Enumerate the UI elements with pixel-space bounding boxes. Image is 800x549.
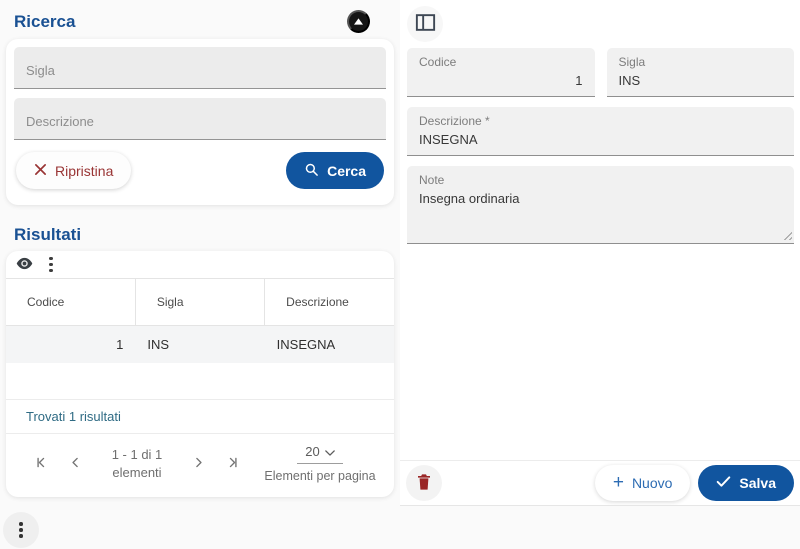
first-page-button[interactable]: [33, 454, 50, 474]
chevron-right-icon: [192, 456, 205, 472]
note-field[interactable]: Note Insegna ordinaria: [407, 166, 794, 244]
page-range-text: 1 - 1 di 1 elementi: [101, 446, 173, 481]
sigla-label: Sigla: [619, 55, 783, 69]
search-icon: [304, 162, 319, 180]
descrizione-search-field[interactable]: [14, 98, 386, 140]
codice-label: Codice: [419, 55, 583, 69]
codice-field[interactable]: Codice 1: [407, 48, 595, 97]
search-header: Ricerca: [0, 0, 400, 39]
page-size-value: 20: [305, 444, 319, 459]
results-title: Risultati: [14, 225, 81, 244]
save-button[interactable]: Salva: [698, 465, 794, 501]
caret-up-icon: [353, 17, 364, 26]
trash-icon: [416, 473, 432, 494]
new-button-label: Nuovo: [632, 475, 672, 491]
reset-button[interactable]: Ripristina: [16, 152, 131, 189]
search-results-column: Ricerca Ripristina: [0, 0, 400, 549]
detail-form: Codice 1 Sigla INS Descrizione * INSEGNA…: [400, 0, 800, 460]
results-table: Codice Sigla Descrizione 1 INS INSEGNA: [6, 278, 394, 363]
column-header-codice: Codice: [6, 279, 135, 326]
descrizione-label: Descrizione *: [419, 114, 782, 128]
found-count-text: Trovati 1 risultati: [6, 400, 394, 434]
plus-icon: +: [613, 473, 624, 492]
table-menu-button[interactable]: [45, 255, 57, 275]
results-header: Risultati: [0, 205, 400, 251]
search-title: Ricerca: [14, 12, 75, 32]
below-footer-area: [400, 505, 800, 549]
toggle-sidebar-button[interactable]: [407, 6, 443, 42]
descrizione-field[interactable]: Descrizione * INSEGNA: [407, 107, 794, 156]
results-card: Codice Sigla Descrizione 1 INS INSEGNA T…: [6, 251, 394, 497]
next-page-button[interactable]: [190, 454, 207, 474]
table-toolbar: [6, 251, 394, 278]
field-row-top: Codice 1 Sigla INS: [407, 48, 794, 97]
codice-value: 1: [419, 73, 583, 88]
save-button-label: Salva: [739, 475, 776, 491]
close-icon: [34, 163, 47, 179]
descrizione-value: INSEGNA: [419, 132, 782, 147]
kebab-menu-icon: [49, 257, 53, 261]
detail-panel: Codice 1 Sigla INS Descrizione * INSEGNA…: [400, 0, 800, 549]
page-size-select[interactable]: 20: [297, 444, 343, 464]
delete-button[interactable]: [406, 465, 442, 501]
reset-button-label: Ripristina: [55, 163, 113, 179]
column-header-sigla: Sigla: [135, 279, 264, 326]
cell-codice: 1: [6, 326, 135, 364]
cell-descrizione: INSEGNA: [265, 326, 394, 364]
per-page-group: 20 Elementi per pagina: [258, 444, 382, 483]
last-page-button[interactable]: [224, 454, 241, 474]
column-visibility-button[interactable]: [16, 257, 33, 273]
detail-footer: + Nuovo Salva: [400, 460, 800, 505]
search-actions: Ripristina Cerca: [16, 152, 384, 189]
per-page-label: Elementi per pagina: [264, 469, 375, 483]
first-page-icon: [35, 456, 48, 472]
collapse-search-button[interactable]: [347, 10, 370, 33]
pager-nav: 1 - 1 di 1 elementi: [16, 446, 258, 481]
pagination-bar: 1 - 1 di 1 elementi 20: [6, 434, 394, 497]
resize-handle[interactable]: [783, 231, 792, 240]
note-value: Insegna ordinaria: [419, 191, 782, 206]
prev-page-button[interactable]: [67, 454, 84, 474]
cell-sigla: INS: [135, 326, 264, 364]
search-card: Ripristina Cerca: [6, 39, 394, 205]
sigla-search-field[interactable]: [14, 47, 386, 89]
chevron-down-icon: [325, 444, 335, 459]
note-label: Note: [419, 173, 782, 187]
table-row[interactable]: 1 INS INSEGNA: [6, 326, 394, 364]
column-header-descrizione: Descrizione: [265, 279, 394, 326]
kebab-menu-icon: [15, 520, 27, 540]
new-button[interactable]: + Nuovo: [595, 465, 691, 501]
more-actions-button[interactable]: [3, 512, 39, 548]
columns-layout-icon: [415, 13, 436, 35]
check-icon: [716, 475, 731, 491]
chevron-left-icon: [69, 456, 82, 472]
table-empty-space: [6, 363, 394, 400]
eye-icon: [16, 257, 33, 273]
sigla-search-input[interactable]: [26, 63, 374, 78]
table-header-row: Codice Sigla Descrizione: [6, 279, 394, 326]
app-window: Ricerca Ripristina: [0, 0, 800, 549]
search-button-label: Cerca: [327, 163, 366, 179]
sigla-field[interactable]: Sigla INS: [607, 48, 795, 97]
descrizione-search-input[interactable]: [26, 114, 374, 129]
last-page-icon: [226, 456, 239, 472]
sigla-value: INS: [619, 73, 783, 88]
search-button[interactable]: Cerca: [286, 152, 384, 189]
